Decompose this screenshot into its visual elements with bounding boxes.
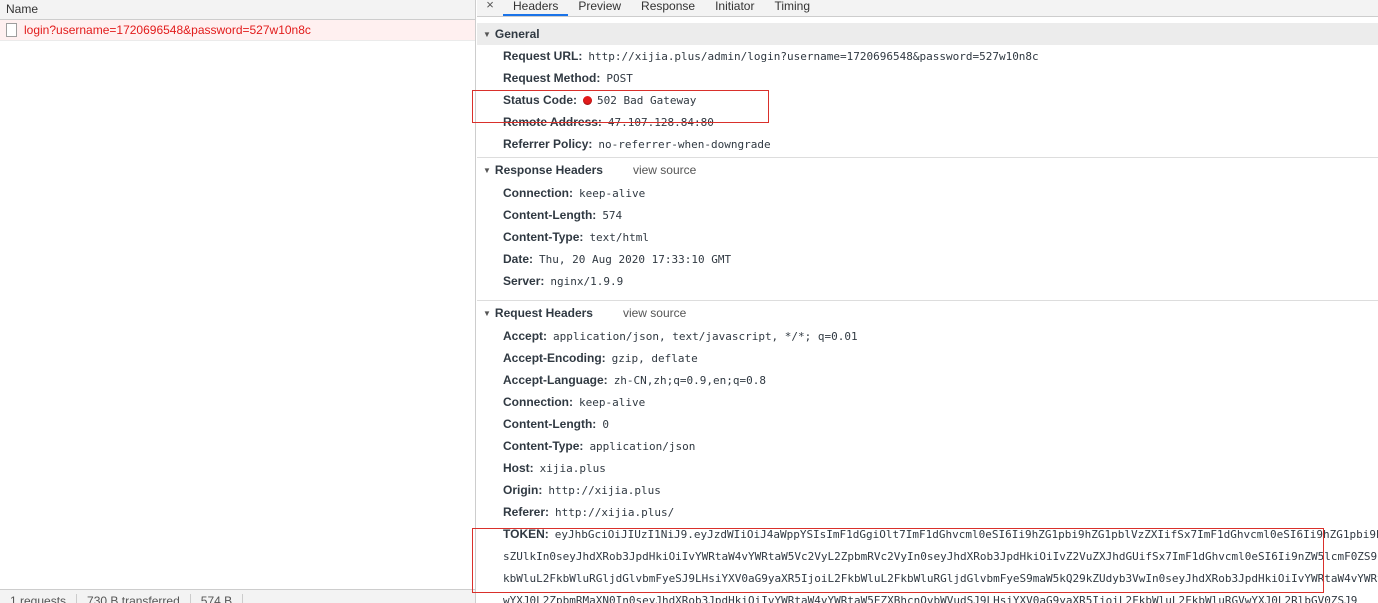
header-value: 47.107.128.84:80 [607, 115, 714, 129]
request-details-panel: × Headers Preview Response Initiator Tim… [477, 0, 1378, 603]
general-row-request-url: Request URL: http://xijia.plus/admin/log… [477, 45, 1378, 67]
header-key: Request Method: [503, 71, 601, 85]
request-header-row: Accept: application/json, text/javascrip… [477, 325, 1378, 347]
general-row-remote-address: Remote Address: 47.107.128.84:80 [477, 111, 1378, 133]
header-key: Content-Length: [503, 417, 597, 431]
header-key: Origin: [503, 483, 543, 497]
header-value: http://xijia.plus/admin/login?username=1… [588, 49, 1039, 63]
header-key: Accept-Encoding: [503, 351, 606, 365]
transferred-size: 730 B transferred [77, 594, 191, 603]
response-header-row: Server: nginx/1.9.9 [477, 270, 1378, 292]
document-icon [6, 23, 17, 37]
token-continuation: sZUlkIn0seyJhdXRob3JpdHkiOiIvYWRtaW4vYWR… [477, 545, 1378, 567]
tab-response[interactable]: Response [631, 0, 705, 14]
details-tabbar: × Headers Preview Response Initiator Tim… [477, 0, 1378, 17]
header-value: zh-CN,zh;q=0.9,en;q=0.8 [613, 373, 767, 387]
header-key: Host: [503, 461, 534, 475]
general-row-referrer-policy: Referrer Policy: no-referrer-when-downgr… [477, 133, 1378, 155]
header-value: no-referrer-when-downgrade [598, 137, 771, 151]
token-value-line: kbWluL2FkbWluRGljdGlvbmFyeSJ9LHsiYXV0aG9… [503, 571, 1378, 585]
header-key: Connection: [503, 395, 573, 409]
request-header-row: Content-Length: 0 [477, 413, 1378, 435]
token-continuation: kbWluL2FkbWluRGljdGlvbmFyeSJ9LHsiYXV0aG9… [477, 567, 1378, 589]
header-value: http://xijia.plus [548, 483, 661, 497]
view-source-link[interactable]: view source [633, 163, 696, 177]
header-value: 502 Bad Gateway [597, 93, 697, 107]
request-row[interactable]: login?username=1720696548&password=527w1… [0, 20, 475, 41]
triangle-down-icon: ▼ [483, 308, 491, 318]
header-key: Referer: [503, 505, 550, 519]
header-key: Connection: [503, 186, 573, 200]
header-key: Referrer Policy: [503, 137, 593, 151]
token-row: TOKEN: eyJhbGciOiJIUzI1NiJ9.eyJzdWIiOiJ4… [477, 523, 1378, 545]
header-value: gzip, deflate [611, 351, 698, 365]
tab-initiator[interactable]: Initiator [705, 0, 764, 14]
header-key: Accept-Language: [503, 373, 608, 387]
tab-timing[interactable]: Timing [764, 0, 820, 14]
request-header-row: Origin: http://xijia.plus [477, 479, 1378, 501]
request-headers-section-header[interactable]: ▼ Request Headers view source [477, 301, 1378, 325]
header-value: nginx/1.9.9 [550, 274, 624, 288]
token-value-line: eyJhbGciOiJIUzI1NiJ9.eyJzdWIiOiJ4aWppYSI… [554, 527, 1378, 541]
request-list-panel: Name login?username=1720696548&password=… [0, 0, 476, 603]
header-key: Content-Type: [503, 230, 584, 244]
response-header-row: Content-Type: text/html [477, 226, 1378, 248]
request-header-row: Accept-Language: zh-CN,zh;q=0.9,en;q=0.8 [477, 369, 1378, 391]
request-header-row: Host: xijia.plus [477, 457, 1378, 479]
general-title: General [494, 27, 540, 41]
header-value: 0 [602, 417, 609, 431]
request-headers-title: Request Headers [494, 306, 593, 320]
requests-count: 1 requests [0, 594, 78, 603]
tab-preview[interactable]: Preview [568, 0, 631, 14]
close-icon[interactable]: × [477, 0, 503, 12]
header-value: text/html [589, 230, 650, 244]
header-key: Request URL: [503, 49, 583, 63]
response-header-row: Connection: keep-alive [477, 182, 1378, 204]
tab-headers[interactable]: Headers [503, 0, 569, 16]
general-row-request-method: Request Method: POST [477, 67, 1378, 89]
error-status-icon [583, 95, 593, 105]
view-source-link[interactable]: view source [623, 306, 686, 320]
resources-size: 574 B [191, 594, 244, 603]
header-key: Content-Type: [503, 439, 584, 453]
name-column-header[interactable]: Name [0, 0, 475, 20]
header-key: TOKEN: [503, 527, 549, 541]
header-key: Remote Address: [503, 115, 602, 129]
request-header-row: Content-Type: application/json [477, 435, 1378, 457]
response-headers-section-header[interactable]: ▼ Response Headers view source [477, 158, 1378, 182]
header-value: application/json [589, 439, 696, 453]
status-bar: 1 requests 730 B transferred 574 B [0, 589, 475, 603]
header-key: Status Code: [503, 93, 578, 107]
header-value: http://xijia.plus/ [555, 505, 675, 519]
request-name[interactable]: login?username=1720696548&password=527w1… [24, 23, 311, 37]
token-continuation: wYXJ0L2ZpbmRMaXN0In0seyJhdXRob3JpdHkiOiI… [477, 589, 1378, 603]
header-value: 574 [602, 208, 623, 222]
request-header-row: Referer: http://xijia.plus/ [477, 501, 1378, 523]
header-key: Server: [503, 274, 545, 288]
request-header-row: Accept-Encoding: gzip, deflate [477, 347, 1378, 369]
header-value: Thu, 20 Aug 2020 17:33:10 GMT [539, 252, 732, 266]
triangle-down-icon: ▼ [483, 165, 491, 175]
general-section-header[interactable]: ▼ General [477, 23, 1378, 45]
token-value-line: wYXJ0L2ZpbmRMaXN0In0seyJhdXRob3JpdHkiOiI… [503, 593, 1358, 603]
header-value: xijia.plus [539, 461, 606, 475]
header-key: Date: [503, 252, 534, 266]
request-header-row: Connection: keep-alive [477, 391, 1378, 413]
response-header-row: Date: Thu, 20 Aug 2020 17:33:10 GMT [477, 248, 1378, 270]
header-key: Content-Length: [503, 208, 597, 222]
response-headers-title: Response Headers [494, 163, 603, 177]
header-value: application/json, text/javascript, */*; … [553, 329, 858, 343]
general-row-status-code: Status Code: 502 Bad Gateway [477, 89, 1378, 111]
response-header-row: Content-Length: 574 [477, 204, 1378, 226]
header-value: POST [606, 71, 633, 85]
header-value: keep-alive [579, 395, 646, 409]
token-value-line: sZUlkIn0seyJhdXRob3JpdHkiOiIvYWRtaW4vYWR… [503, 549, 1378, 563]
header-key: Accept: [503, 329, 548, 343]
triangle-down-icon: ▼ [483, 29, 491, 39]
header-value: keep-alive [579, 186, 646, 200]
